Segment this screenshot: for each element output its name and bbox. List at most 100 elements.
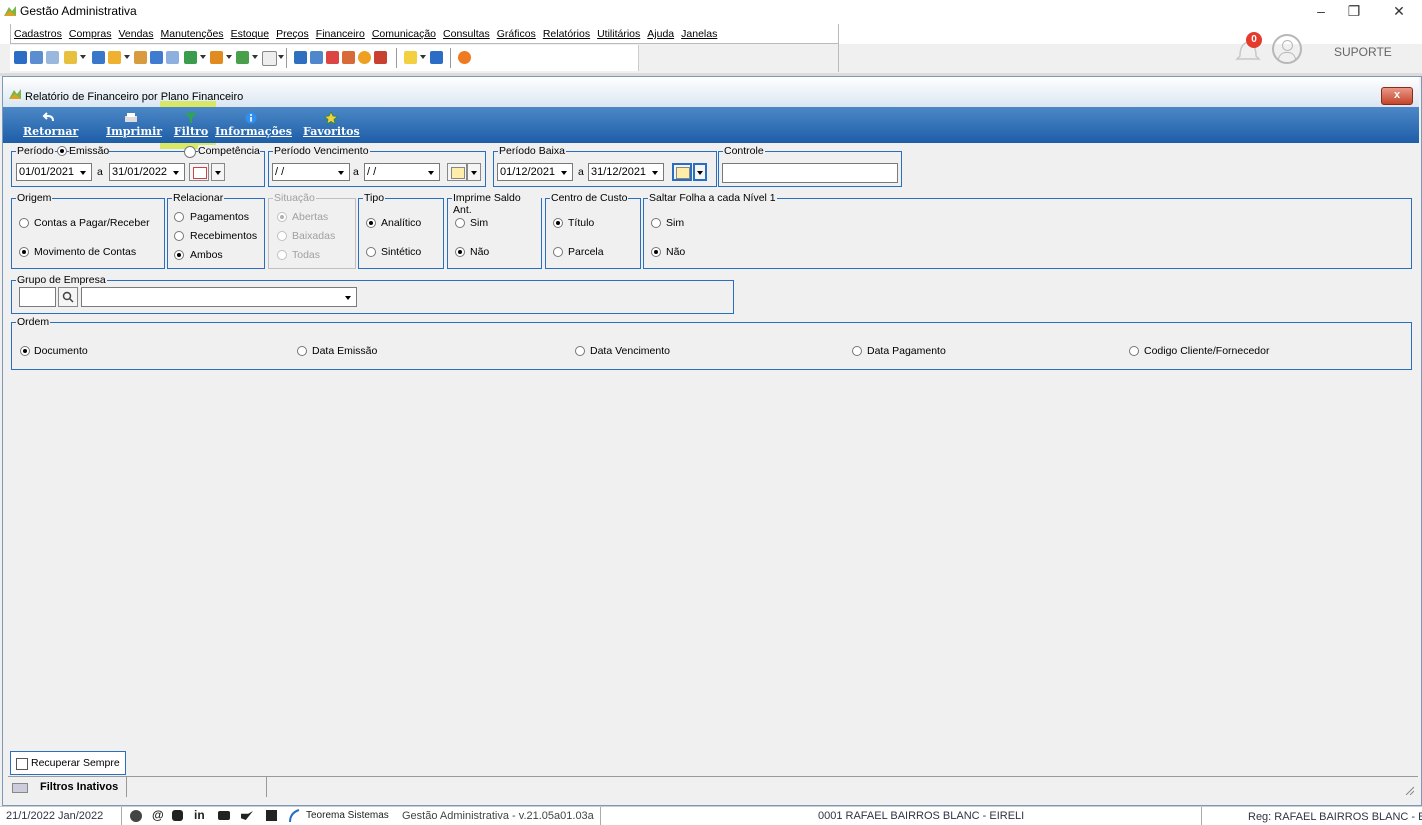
controle-input[interactable] (722, 163, 898, 183)
menu-item-compras[interactable]: Compras (69, 28, 112, 40)
return-button[interactable]: Retornar (23, 107, 78, 143)
calculator-icon[interactable] (294, 51, 307, 64)
origem-contas-radio[interactable] (19, 218, 29, 228)
restore-button[interactable]: ❐ (1331, 0, 1377, 22)
social-email-icon[interactable]: @ (152, 808, 164, 822)
tree-icon[interactable] (64, 51, 77, 64)
menu-item-cadastros[interactable]: Cadastros (14, 28, 62, 40)
chevron-down-icon[interactable] (200, 55, 206, 59)
report-icon[interactable] (374, 51, 387, 64)
resize-grip-icon[interactable] (1404, 785, 1414, 795)
saltar-sim-radio[interactable] (651, 218, 661, 228)
twitter-icon[interactable] (241, 811, 253, 820)
menu-item-janelas[interactable]: Janelas (681, 28, 717, 40)
grid-icon[interactable] (46, 51, 59, 64)
grupo-code-input[interactable] (19, 287, 56, 307)
centro-parcela-radio[interactable] (553, 247, 563, 257)
emissao-radio[interactable] (57, 146, 67, 156)
periodo-from-input[interactable]: 01/01/2021 (16, 163, 92, 181)
ordem-vencimento-radio[interactable] (575, 346, 585, 356)
recuperar-box[interactable]: Recuperar Sempre (10, 751, 126, 775)
tipo-sintetico-radio[interactable] (366, 247, 376, 257)
window-icon[interactable] (430, 51, 443, 64)
youtube-icon[interactable] (218, 811, 230, 820)
social-web-icon[interactable] (130, 810, 142, 822)
chart-icon[interactable] (342, 51, 355, 64)
linkedin-icon[interactable]: in (194, 808, 205, 822)
periodo-to-input[interactable]: 31/01/2022 (109, 163, 185, 181)
info-button[interactable]: Informações (215, 107, 292, 143)
list-icon[interactable] (166, 51, 179, 64)
report-close-button[interactable]: x (1381, 87, 1413, 105)
saldo-nao-radio[interactable] (455, 247, 465, 257)
periodo-calendar-button[interactable] (189, 163, 209, 181)
competencia-radio[interactable] (184, 146, 196, 158)
package-icon[interactable] (210, 51, 223, 64)
calendar-icon[interactable] (326, 51, 339, 64)
vencimento-to-input[interactable]: / / (364, 163, 440, 181)
menu-item-relatorios[interactable]: Relatórios (543, 28, 590, 40)
tipo-analitico-radio[interactable] (366, 218, 376, 228)
baixa-options-button[interactable] (693, 163, 707, 181)
baixa-calendar-button[interactable] (672, 163, 692, 181)
cart-icon[interactable] (184, 51, 197, 64)
chevron-down-icon[interactable] (420, 55, 426, 59)
saldo-sim-radio[interactable] (455, 218, 465, 228)
close-button[interactable]: ✕ (1376, 0, 1422, 22)
star-icon[interactable] (404, 51, 417, 64)
ordem-pagamento-radio[interactable] (852, 346, 862, 356)
ordem-codigo-radio[interactable] (1129, 346, 1139, 356)
relacionar-pagamentos-radio[interactable] (174, 212, 184, 222)
filter-button[interactable]: Filtro (173, 107, 209, 143)
new-icon[interactable] (14, 51, 27, 64)
user-avatar-icon[interactable] (1272, 34, 1302, 64)
menu-item-graficos[interactable]: Gráficos (497, 28, 536, 40)
power-icon[interactable] (458, 51, 471, 64)
grupo-search-button[interactable] (58, 287, 78, 307)
print-button[interactable]: Imprimir (106, 107, 162, 143)
building-icon[interactable] (150, 51, 163, 64)
clock-icon[interactable] (358, 51, 371, 64)
grupo-name-select[interactable] (81, 287, 357, 307)
ordem-documento-radio[interactable] (20, 346, 30, 356)
vencimento-options-button[interactable] (467, 163, 481, 181)
menu-item-ajuda[interactable]: Ajuda (647, 28, 674, 40)
menu-item-estoque[interactable]: Estoque (231, 28, 270, 40)
relacionar-recebimentos-radio[interactable] (174, 231, 184, 241)
menu-item-manutencoes[interactable]: Manutenções (161, 28, 224, 40)
chevron-down-icon[interactable] (278, 55, 284, 59)
person-icon[interactable] (134, 51, 147, 64)
money-icon[interactable] (236, 51, 249, 64)
chevron-down-icon[interactable] (80, 55, 86, 59)
saltar-nao-radio[interactable] (651, 247, 661, 257)
origem-movimento-radio[interactable] (19, 247, 29, 257)
menu-item-vendas[interactable]: Vendas (118, 28, 153, 40)
printer-icon[interactable] (262, 51, 277, 66)
chevron-down-icon[interactable] (252, 55, 258, 59)
vencimento-from-input[interactable]: / / (272, 163, 350, 181)
centro-titulo-radio[interactable] (553, 218, 563, 228)
user-name[interactable]: SUPORTE (1334, 45, 1392, 59)
menu-item-utilitarios[interactable]: Utilitários (597, 28, 640, 40)
footer-date: 21/1/2022 Jan/2022 (6, 810, 104, 822)
periodo-options-button[interactable] (211, 163, 225, 181)
menu-item-precos[interactable]: Preços (276, 28, 309, 40)
vencimento-calendar-button[interactable] (447, 163, 467, 181)
users-icon[interactable] (30, 51, 43, 64)
chevron-down-icon[interactable] (226, 55, 232, 59)
ordem-emissao-radio[interactable] (297, 346, 307, 356)
menu-item-financeiro[interactable]: Financeiro (316, 28, 365, 40)
table-icon[interactable] (310, 51, 323, 64)
facebook-icon[interactable] (266, 810, 277, 821)
menu-item-comunicacao[interactable]: Comunicação (372, 28, 436, 40)
box-icon[interactable] (108, 51, 121, 64)
recuperar-checkbox[interactable] (16, 758, 28, 770)
menu-item-consultas[interactable]: Consultas (443, 28, 490, 40)
baixa-from-input[interactable]: 01/12/2021 (497, 163, 573, 181)
relacionar-ambos-radio[interactable] (174, 250, 184, 260)
baixa-to-input[interactable]: 31/12/2021 (588, 163, 664, 181)
document-icon[interactable] (92, 51, 105, 64)
chevron-down-icon[interactable] (124, 55, 130, 59)
favorites-button[interactable]: Favoritos (303, 107, 360, 143)
instagram-icon[interactable] (172, 810, 183, 821)
